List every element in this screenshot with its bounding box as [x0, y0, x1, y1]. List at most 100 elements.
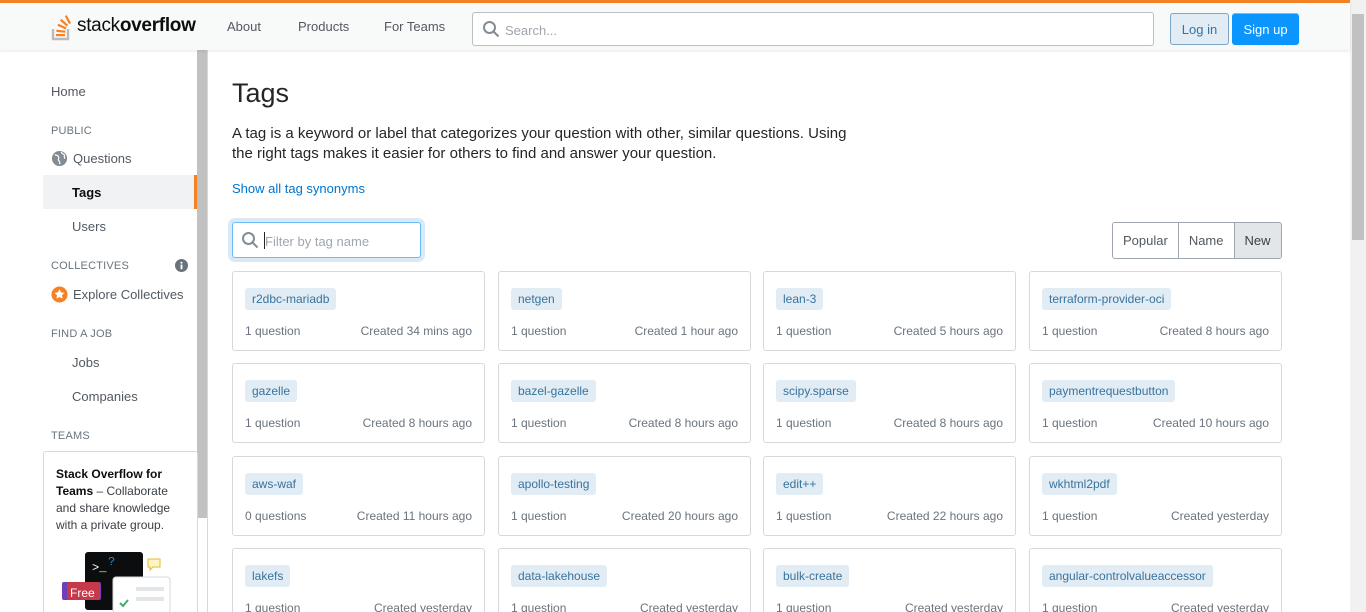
tag-link[interactable]: edit++ — [776, 473, 824, 495]
sort-name-button[interactable]: Name — [1178, 223, 1235, 258]
tag-created-time: Created yesterday — [904, 601, 1003, 612]
page-description: A tag is a keyword or label that categor… — [232, 125, 847, 162]
tag-created-time: Created 20 hours ago — [621, 509, 738, 523]
sidebar-heading-find-a-job: FIND A JOB — [51, 328, 113, 340]
show-tag-synonyms-link[interactable]: Show all tag synonyms — [232, 181, 365, 196]
tag-question-count: 1 question — [1042, 601, 1098, 612]
tag-question-count: 0 questions — [245, 509, 307, 523]
tag-question-count: 1 question — [1042, 416, 1098, 430]
sidebar-item-companies[interactable]: Companies — [72, 389, 138, 404]
sidebar-item-explore-collectives[interactable]: Explore Collectives — [51, 286, 184, 303]
tag-question-count: 1 question — [245, 601, 301, 612]
tag-created-time: Created 10 hours ago — [1152, 416, 1269, 430]
sort-toggle: Popular Name New — [1112, 222, 1282, 259]
sidebar-heading-public: PUBLIC — [51, 125, 92, 137]
tag-question-count: 1 question — [245, 416, 301, 430]
tag-created-time: Created 22 hours ago — [886, 509, 1003, 523]
tag-link[interactable]: angular-controlvalueaccessor — [1042, 565, 1213, 587]
login-button[interactable]: Log in — [1170, 13, 1229, 45]
tag-created-time: Created 34 mins ago — [360, 324, 472, 338]
tag-card: terraform-provider-oci 1 question Created … — [1029, 271, 1282, 351]
sidebar-heading-teams: TEAMS — [51, 430, 90, 442]
tag-card: angular-controlvalueaccessor 1 question Cr… — [1029, 548, 1282, 612]
tag-link[interactable]: wkhtml2pdf — [1042, 473, 1117, 495]
logo[interactable]: stackoverflow — [50, 9, 196, 43]
teams-illustration-icon: >_ ? — [62, 552, 171, 612]
sidebar-item-label: Tags — [72, 185, 102, 200]
tag-link[interactable]: bazel-gazelle — [511, 380, 596, 402]
search-icon — [483, 21, 500, 38]
tag-card: lakefs 1 question Created yesterday — [232, 548, 485, 612]
sort-popular-button[interactable]: Popular — [1113, 223, 1179, 258]
tag-created-time: Created yesterday — [373, 601, 472, 612]
tag-created-time: Created yesterday — [1170, 509, 1269, 523]
tag-card: data-lakehouse 1 question Created yesterda… — [498, 548, 751, 612]
svg-text:?: ? — [108, 555, 115, 569]
tag-question-count: 1 question — [776, 509, 832, 523]
tag-created-time: Created 8 hours ago — [893, 416, 1003, 430]
sort-new-button[interactable]: New — [1234, 223, 1281, 258]
tag-question-count: 1 question — [511, 601, 567, 612]
sidebar-item-label: Questions — [73, 151, 132, 166]
signup-button[interactable]: Sign up — [1232, 13, 1299, 45]
tag-created-time: Created yesterday — [639, 601, 738, 612]
search-placeholder: Search... — [505, 23, 558, 38]
nav-about[interactable]: About — [227, 19, 261, 34]
tag-link[interactable]: terraform-provider-oci — [1042, 288, 1172, 310]
tag-link[interactable]: paymentrequestbutton — [1042, 380, 1176, 402]
tag-link[interactable]: netgen — [511, 288, 562, 310]
tag-question-count: 1 question — [776, 416, 832, 430]
search-input[interactable]: Search... — [472, 12, 1154, 46]
tag-created-time: Created 8 hours ago — [362, 416, 472, 430]
sidebar-item-label: Explore Collectives — [73, 287, 184, 302]
tag-card: edit++ 1 question Created 22 hours ago — [763, 456, 1016, 536]
sidebar-item-tags[interactable]: Tags — [43, 175, 197, 209]
search-icon — [242, 232, 259, 249]
tag-link[interactable]: data-lakehouse — [511, 565, 608, 587]
tag-link[interactable]: apollo-testing — [511, 473, 597, 495]
tag-link[interactable]: bulk-create — [776, 565, 850, 587]
tag-card: wkhtml2pdf 1 question Created yesterday — [1029, 456, 1282, 536]
tag-card: r2dbc-mariadb 1 question Created 34 mins a… — [232, 271, 485, 351]
teams-promo-text: Stack Overflow for Teams – Collaborate a… — [56, 467, 171, 532]
tag-link[interactable]: r2dbc-mariadb — [245, 288, 337, 310]
free-badge: Free — [70, 586, 95, 600]
tag-link[interactable]: scipy.sparse — [776, 380, 856, 402]
tag-card: scipy.sparse 1 question Created 8 hours ag… — [763, 363, 1016, 443]
tag-card: bulk-create 1 question Created yesterday — [763, 548, 1016, 612]
tag-card: gazelle 1 question Created 8 hours ago — [232, 363, 485, 443]
tag-question-count: 1 question — [776, 324, 832, 338]
sidebar-item-jobs[interactable]: Jobs — [72, 355, 99, 370]
stack-overflow-logo-icon — [51, 15, 71, 41]
tag-card: aws-waf 0 questions Created 11 hours ago — [232, 456, 485, 536]
page-scrollbar-thumb[interactable] — [1352, 14, 1364, 240]
tag-created-time: Created 5 hours ago — [893, 324, 1003, 338]
tag-link[interactable]: lean-3 — [776, 288, 824, 310]
page-scrollbar[interactable] — [1350, 0, 1366, 612]
sidebar-item-questions[interactable]: Questions — [51, 150, 132, 167]
info-icon[interactable] — [175, 259, 188, 272]
logo-text: stackoverflow — [77, 15, 196, 36]
tag-filter-placeholder: Filter by tag name — [265, 234, 370, 249]
svg-text:>_: >_ — [92, 561, 107, 575]
nav-for-teams[interactable]: For Teams — [384, 19, 445, 34]
tag-card: netgen 1 question Created 1 hour ago — [498, 271, 751, 351]
tag-question-count: 1 question — [1042, 324, 1098, 338]
tag-card: bazel-gazelle 1 question Created 8 hours a… — [498, 363, 751, 443]
tag-question-count: 1 question — [1042, 509, 1098, 523]
tag-link[interactable]: gazelle — [245, 380, 298, 402]
tag-card: lean-3 1 question Created 5 hours ago — [763, 271, 1016, 351]
nav-products[interactable]: Products — [298, 19, 349, 34]
tag-created-time: Created yesterday — [1170, 601, 1269, 612]
tag-filter-input[interactable]: Filter by tag name — [232, 222, 421, 258]
sidebar-scrollbar-thumb[interactable] — [197, 50, 207, 518]
sidebar-item-home[interactable]: Home — [51, 84, 86, 99]
top-bar: stackoverflow About Products For Teams S… — [0, 0, 1350, 50]
tag-link[interactable]: aws-waf — [245, 473, 304, 495]
tag-question-count: 1 question — [511, 324, 567, 338]
tag-link[interactable]: lakefs — [245, 565, 291, 587]
sidebar-item-users[interactable]: Users — [72, 219, 106, 234]
globe-icon — [51, 150, 68, 167]
collectives-icon — [51, 286, 68, 303]
tag-card: apollo-testing 1 question Created 20 hours… — [498, 456, 751, 536]
